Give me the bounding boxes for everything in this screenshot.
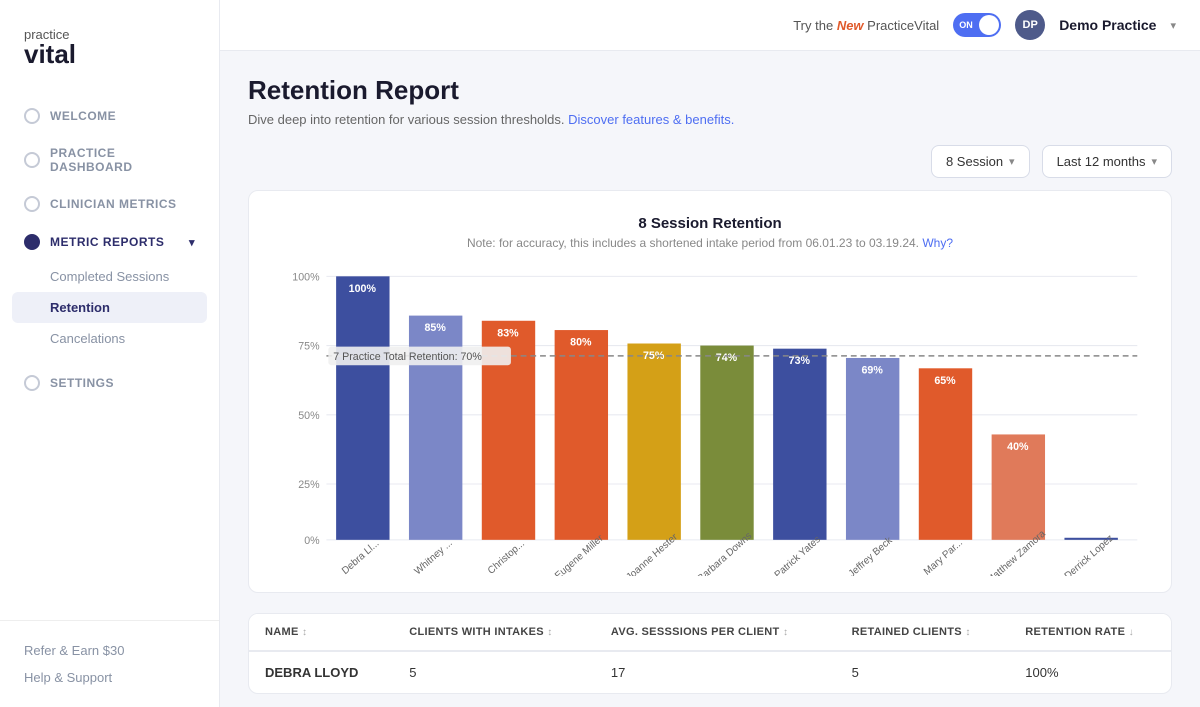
help-link[interactable]: Help & Support (24, 664, 195, 691)
sidebar-item-welcome[interactable]: WELCOME (0, 97, 219, 135)
svg-text:73%: 73% (789, 355, 811, 367)
chevron-down-icon: ▾ (189, 236, 195, 249)
row-retained: 5 (836, 651, 1010, 693)
svg-text:Whitney ...: Whitney ... (413, 537, 455, 576)
bar-eugene[interactable] (555, 330, 608, 540)
bar-joanne[interactable] (627, 344, 680, 540)
logo-line2: vital (24, 41, 195, 67)
svg-text:50%: 50% (298, 410, 320, 422)
retention-line-label: 7 Practice Total Retention: 70% (333, 351, 482, 363)
col-rate[interactable]: RETENTION RATE ↓ (1009, 614, 1171, 651)
filters-row: 8 Session ▾ Last 12 months ▾ (248, 145, 1172, 178)
time-filter-chevron-icon: ▾ (1151, 155, 1157, 168)
sidebar-bottom: Refer & Earn $30 Help & Support (0, 620, 219, 707)
sidebar-item-metric-reports[interactable]: METRIC REPORTS ▾ (0, 223, 219, 261)
row-avg-sessions: 17 (595, 651, 836, 693)
data-table: NAME ↕ CLIENTS WITH INTAKES ↕ AVG. SESSS… (249, 614, 1171, 693)
time-filter-button[interactable]: Last 12 months ▾ (1042, 145, 1172, 178)
nav-circle-welcome (24, 108, 40, 124)
sort-icon-avg: ↕ (783, 627, 788, 638)
svg-text:Jeffrey Beck: Jeffrey Beck (847, 534, 895, 576)
refer-link[interactable]: Refer & Earn $30 (24, 637, 195, 664)
row-name: DEBRA LLOYD (249, 651, 393, 693)
svg-text:75%: 75% (298, 340, 320, 352)
table-body: DEBRA LLOYD 5 17 5 100% (249, 651, 1171, 693)
session-filter-button[interactable]: 8 Session ▾ (931, 145, 1030, 178)
features-link[interactable]: Discover features & benefits. (568, 112, 734, 127)
svg-text:100%: 100% (292, 271, 319, 283)
svg-text:Debra Ll...: Debra Ll... (340, 538, 381, 576)
svg-text:25%: 25% (298, 479, 320, 491)
nav-circle-dashboard (24, 152, 40, 168)
toggle-label: ON (955, 20, 973, 30)
session-filter-chevron-icon: ▾ (1009, 155, 1015, 168)
svg-text:65%: 65% (934, 375, 956, 387)
col-clients-intakes[interactable]: CLIENTS WITH INTAKES ↕ (393, 614, 595, 651)
sidebar-item-clinician-metrics[interactable]: CLINICIAN METRICS (0, 185, 219, 223)
bar-jeffrey[interactable] (846, 358, 899, 540)
content-area: Retention Report Dive deep into retentio… (220, 51, 1200, 707)
sort-icon-name: ↕ (302, 627, 307, 638)
row-rate: 100% (1009, 651, 1171, 693)
bar-patrick[interactable] (773, 349, 826, 540)
svg-text:Mary Par...: Mary Par... (922, 537, 965, 576)
new-toggle[interactable]: ON (953, 13, 1001, 37)
logo: practice vital (0, 0, 219, 87)
svg-text:Christop...: Christop... (486, 538, 527, 576)
svg-text:80%: 80% (570, 336, 592, 348)
chart-card: 8 Session Retention Note: for accuracy, … (248, 190, 1172, 593)
why-link[interactable]: Why? (922, 236, 953, 250)
chart-title: 8 Session Retention (273, 215, 1147, 232)
sidebar-nav: WELCOME PRACTICE DASHBOARD CLINICIAN MET… (0, 87, 219, 620)
col-retained[interactable]: RETAINED CLIENTS ↕ (836, 614, 1010, 651)
main-area: Try the New PracticeVital ON DP Demo Pra… (220, 0, 1200, 707)
svg-text:40%: 40% (1007, 441, 1029, 453)
practice-name[interactable]: Demo Practice (1059, 17, 1156, 33)
row-clients-intakes: 5 (393, 651, 595, 693)
bar-debra[interactable] (336, 276, 389, 540)
practice-chevron-icon: ▾ (1170, 19, 1176, 32)
svg-text:69%: 69% (861, 364, 883, 376)
avatar: DP (1015, 10, 1045, 40)
nav-circle-settings (24, 375, 40, 391)
bar-barbara[interactable] (700, 346, 753, 540)
chart-subtitle: Note: for accuracy, this includes a shor… (273, 236, 1147, 250)
sidebar-item-cancelations[interactable]: Cancelations (0, 323, 219, 354)
col-name[interactable]: NAME ↕ (249, 614, 393, 651)
sort-icon-retained: ↕ (965, 627, 970, 638)
table-header: NAME ↕ CLIENTS WITH INTAKES ↕ AVG. SESSS… (249, 614, 1171, 651)
topbar: Try the New PracticeVital ON DP Demo Pra… (220, 0, 1200, 51)
new-word: New (837, 18, 864, 33)
col-avg-sessions[interactable]: AVG. SESSSIONS PER CLIENT ↕ (595, 614, 836, 651)
svg-text:100%: 100% (349, 283, 376, 295)
sidebar-item-practice-dashboard[interactable]: PRACTICE DASHBOARD (0, 135, 219, 185)
toggle-thumb (979, 15, 999, 35)
sort-icon-intakes: ↕ (547, 627, 552, 638)
table-row: DEBRA LLOYD 5 17 5 100% (249, 651, 1171, 693)
bar-mary[interactable] (919, 368, 972, 540)
nav-circle-metric (24, 234, 40, 250)
sidebar-item-settings[interactable]: SETTINGS (0, 364, 219, 402)
new-pill-text: Try the New PracticeVital (793, 18, 939, 33)
page-subtitle: Dive deep into retention for various ses… (248, 112, 1172, 127)
svg-text:83%: 83% (497, 327, 519, 339)
sort-icon-rate: ↓ (1129, 627, 1134, 638)
sidebar-item-retention[interactable]: Retention (12, 292, 207, 323)
sidebar: practice vital WELCOME PRACTICE DASHBOAR… (0, 0, 220, 707)
table-card: NAME ↕ CLIENTS WITH INTAKES ↕ AVG. SESSS… (248, 613, 1172, 694)
page-title: Retention Report (248, 75, 1172, 106)
nav-circle-clinician (24, 196, 40, 212)
chart-svg: 100% 75% 50% 25% 0% 100% Debra Ll... 85%… (273, 266, 1147, 576)
svg-text:74%: 74% (716, 352, 738, 364)
svg-text:0%: 0% (304, 535, 320, 547)
svg-text:85%: 85% (424, 322, 446, 334)
bar-chart: 100% 75% 50% 25% 0% 100% Debra Ll... 85%… (273, 266, 1147, 576)
sidebar-item-completed-sessions[interactable]: Completed Sessions (0, 261, 219, 292)
